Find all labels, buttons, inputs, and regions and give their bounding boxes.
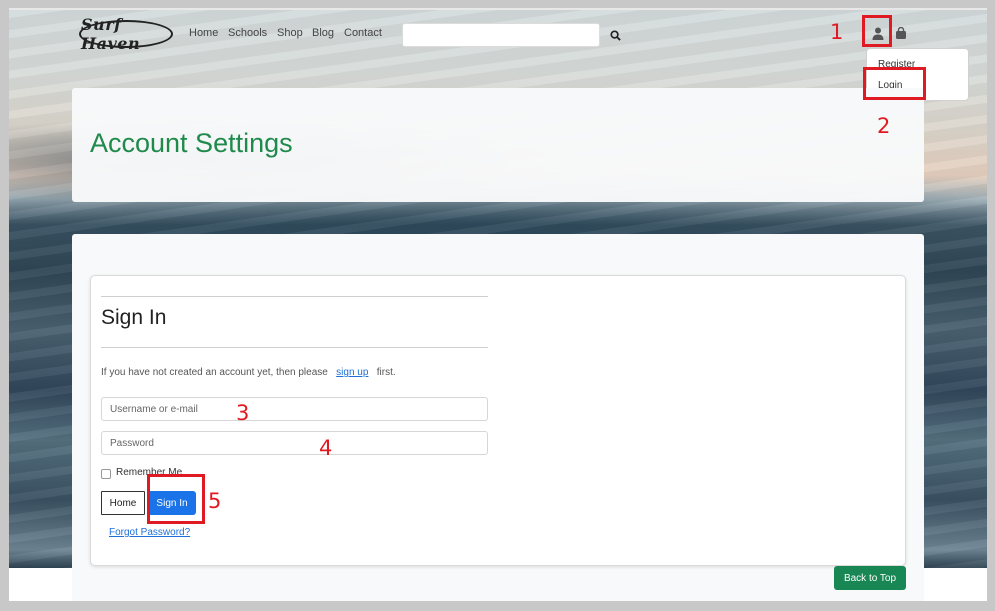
- help-suffix: first.: [376, 367, 396, 378]
- home-button[interactable]: Home: [101, 491, 145, 515]
- signup-help-text: If you have not created an account yet, …: [101, 367, 396, 378]
- signin-title: Sign In: [101, 306, 167, 329]
- help-prefix: If you have not created an account yet, …: [101, 367, 328, 378]
- search-icon: [609, 29, 621, 41]
- forgot-password-link[interactable]: Forgot Password?: [109, 527, 190, 538]
- page-header-card: Account Settings: [72, 88, 924, 202]
- site-logo[interactable]: Surf Haven: [79, 15, 173, 53]
- annotation-number-3: 3: [236, 401, 250, 425]
- main-content-card: Sign In If you have not created an accou…: [72, 234, 924, 601]
- shopping-bag-icon: [896, 27, 906, 39]
- divider-top: [101, 296, 488, 297]
- search-button[interactable]: [603, 23, 627, 47]
- page-title: Account Settings: [90, 128, 293, 158]
- password-input[interactable]: [101, 431, 488, 455]
- search-input[interactable]: [402, 23, 600, 47]
- annotation-number-5: 5: [208, 489, 222, 513]
- divider-bottom: [101, 347, 488, 348]
- cart-button[interactable]: [893, 24, 909, 42]
- nav-link-blog[interactable]: Blog: [312, 27, 334, 39]
- nav-link-shop[interactable]: Shop: [277, 27, 303, 39]
- annotation-number-4: 4: [319, 436, 333, 460]
- nav-link-home[interactable]: Home: [189, 27, 218, 39]
- nav-link-schools[interactable]: Schools: [228, 27, 267, 39]
- annotation-number-2: 2: [877, 114, 891, 138]
- back-to-top-button[interactable]: Back to Top: [834, 566, 906, 590]
- nav-link-contact[interactable]: Contact: [344, 27, 382, 39]
- annotation-box-login: [863, 67, 926, 100]
- remember-me-checkbox[interactable]: [101, 469, 111, 479]
- username-input[interactable]: [101, 397, 488, 421]
- annotation-box-signin: [147, 474, 205, 524]
- annotation-box-user-icon: [862, 15, 892, 47]
- signup-link[interactable]: sign up: [336, 367, 368, 378]
- signin-card: Sign In If you have not created an accou…: [90, 275, 906, 566]
- annotation-number-1: 1: [830, 20, 844, 44]
